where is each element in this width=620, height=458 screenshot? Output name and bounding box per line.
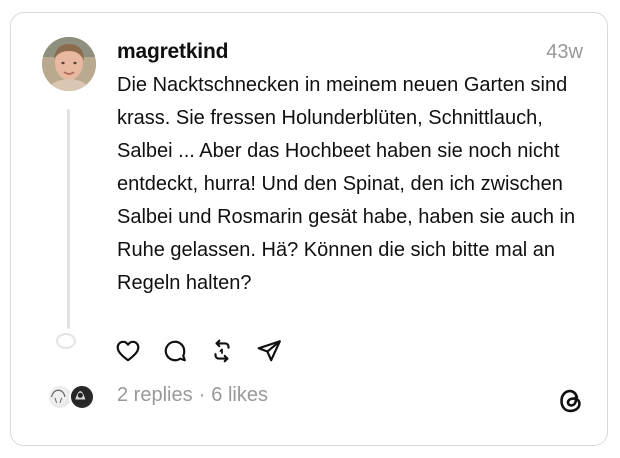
replies-count[interactable]: 2 replies xyxy=(117,384,193,407)
username[interactable]: magretkind xyxy=(117,40,228,64)
post-stats: 2 replies · 6 likes xyxy=(117,384,268,407)
thread-loop-icon xyxy=(56,333,76,349)
avatar-photo xyxy=(42,37,96,91)
repost-icon[interactable] xyxy=(209,338,235,364)
action-bar xyxy=(115,337,303,365)
comment-icon[interactable] xyxy=(162,338,188,364)
likes-count[interactable]: 6 likes xyxy=(211,384,268,407)
stats-separator: · xyxy=(198,384,206,406)
threads-logo-icon[interactable] xyxy=(558,387,584,415)
thread-line xyxy=(67,109,70,329)
share-icon[interactable] xyxy=(256,338,282,364)
post-card[interactable]: magretkind 43w Die Nacktschnecken in mei… xyxy=(10,12,608,446)
timestamp[interactable]: 43w xyxy=(546,41,583,64)
avatar[interactable] xyxy=(42,37,96,91)
post-text: Die Nacktschnecken in meinem neuen Garte… xyxy=(117,74,576,294)
replier-avatar xyxy=(69,384,95,410)
replier-avatars[interactable] xyxy=(47,384,103,412)
heart-icon[interactable] xyxy=(115,338,141,364)
